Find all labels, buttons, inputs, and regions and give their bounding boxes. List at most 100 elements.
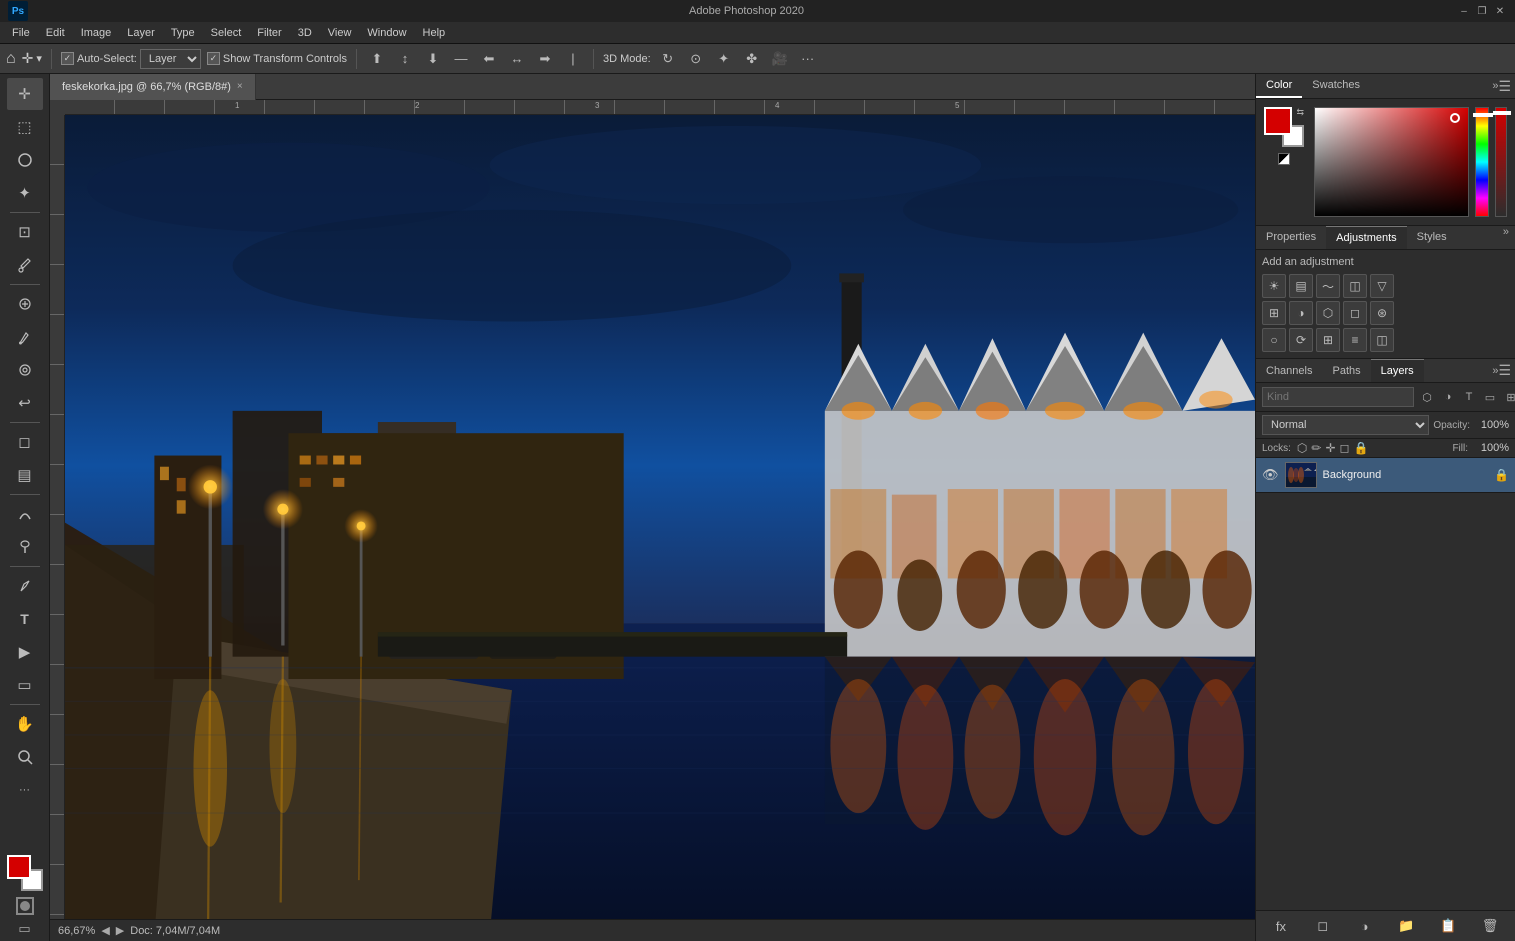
menu-file[interactable]: File bbox=[4, 25, 38, 41]
align-h-bar[interactable]: — bbox=[450, 48, 472, 70]
menu-select[interactable]: Select bbox=[203, 25, 250, 41]
adj-brightness[interactable]: ☀ bbox=[1262, 274, 1286, 298]
screen-mode[interactable]: ▭ bbox=[7, 919, 43, 939]
eraser-tool[interactable]: ◻ bbox=[7, 426, 43, 458]
zoom-tool[interactable] bbox=[7, 741, 43, 773]
auto-select-dropdown[interactable]: Layer Group bbox=[140, 49, 201, 69]
move-tool[interactable]: ✛ bbox=[7, 78, 43, 110]
filter-pixel[interactable]: ⬡ bbox=[1418, 388, 1436, 406]
align-left[interactable]: ⬅ bbox=[478, 48, 500, 70]
lock-pixels[interactable]: ⬡ bbox=[1297, 441, 1307, 455]
fg-swatch[interactable] bbox=[1264, 107, 1292, 135]
adj-vibrance[interactable]: ▽ bbox=[1370, 274, 1394, 298]
dodge-tool[interactable] bbox=[7, 531, 43, 563]
color-spectrum[interactable] bbox=[1314, 107, 1469, 217]
menu-help[interactable]: Help bbox=[415, 25, 454, 41]
add-mask-btn[interactable]: ◻ bbox=[1312, 915, 1334, 937]
adj-huesat[interactable]: ⊞ bbox=[1262, 301, 1286, 325]
pen-tool[interactable] bbox=[7, 570, 43, 602]
path-selection-tool[interactable]: ▶ bbox=[7, 636, 43, 668]
opacity-value[interactable]: 100% bbox=[1474, 419, 1509, 431]
adj-threshold[interactable]: ⊞ bbox=[1316, 328, 1340, 352]
layers-menu[interactable]: ☰ bbox=[1498, 362, 1511, 379]
menu-3d[interactable]: 3D bbox=[290, 25, 320, 41]
more-options[interactable]: ··· bbox=[797, 48, 819, 70]
close-button[interactable]: ✕ bbox=[1493, 4, 1507, 18]
quick-mask[interactable] bbox=[7, 896, 43, 916]
layers-search-input[interactable] bbox=[1262, 387, 1414, 407]
adj-channelmixer[interactable]: ⊛ bbox=[1370, 301, 1394, 325]
lock-all[interactable]: 🔒 bbox=[1353, 441, 1368, 455]
3d-scale[interactable]: 🎥 bbox=[769, 48, 791, 70]
history-brush-tool[interactable]: ↩ bbox=[7, 387, 43, 419]
filter-shape[interactable]: ▭ bbox=[1481, 388, 1499, 406]
menu-window[interactable]: Window bbox=[359, 25, 414, 41]
gradient-tool[interactable]: ▤ bbox=[7, 459, 43, 491]
tab-color[interactable]: Color bbox=[1256, 74, 1302, 98]
3d-slide[interactable]: ✤ bbox=[741, 48, 763, 70]
hand-tool[interactable]: ✋ bbox=[7, 708, 43, 740]
move-dropdown[interactable]: ▾ bbox=[36, 52, 42, 65]
menu-filter[interactable]: Filter bbox=[249, 25, 289, 41]
lock-position[interactable]: ✛ bbox=[1325, 441, 1335, 455]
magic-wand-tool[interactable]: ✦ bbox=[7, 177, 43, 209]
delete-layer-btn[interactable]: 🗑 bbox=[1479, 915, 1501, 937]
adj-colorbalance[interactable]: ◑ bbox=[1289, 301, 1313, 325]
marquee-tool[interactable]: ⬚ bbox=[7, 111, 43, 143]
new-fill-adj-btn[interactable]: ◑ bbox=[1354, 915, 1376, 937]
tab-styles[interactable]: Styles bbox=[1407, 226, 1457, 249]
new-group-btn[interactable]: 📁 bbox=[1395, 915, 1417, 937]
filter-type[interactable]: T bbox=[1460, 388, 1478, 406]
nav-right[interactable]: ▶ bbox=[116, 924, 124, 937]
filter-adjustment[interactable]: ◑ bbox=[1439, 388, 1457, 406]
auto-select-checkbox[interactable]: ✓ bbox=[61, 52, 74, 65]
blend-mode-select[interactable]: Normal Multiply Screen Overlay bbox=[1262, 415, 1429, 435]
document-tab[interactable]: feskekorka.jpg @ 66,7% (RGB/8#) × bbox=[50, 74, 256, 100]
adj-levels[interactable]: ▤ bbox=[1289, 274, 1313, 298]
add-fx-btn[interactable]: fx bbox=[1270, 915, 1292, 937]
menu-image[interactable]: Image bbox=[73, 25, 120, 41]
heal-brush-tool[interactable] bbox=[7, 288, 43, 320]
align-v-bar[interactable]: | bbox=[562, 48, 584, 70]
type-tool[interactable]: T bbox=[7, 603, 43, 635]
adj-photofilter[interactable]: ◻ bbox=[1343, 301, 1367, 325]
tab-paths[interactable]: Paths bbox=[1322, 360, 1370, 382]
3d-pan[interactable]: ✦ bbox=[713, 48, 735, 70]
swap-colors-btn[interactable]: ⇆ bbox=[1296, 107, 1304, 118]
eyedropper-tool[interactable] bbox=[7, 249, 43, 281]
menu-edit[interactable]: Edit bbox=[38, 25, 73, 41]
alpha-slider[interactable] bbox=[1495, 107, 1507, 217]
minimize-button[interactable]: – bbox=[1457, 4, 1471, 18]
clone-stamp-tool[interactable] bbox=[7, 354, 43, 386]
adj-posterize[interactable]: ⟳ bbox=[1289, 328, 1313, 352]
tab-swatches[interactable]: Swatches bbox=[1302, 74, 1370, 98]
home-btn[interactable]: ⌂ bbox=[6, 50, 16, 68]
adj-selectivecolor[interactable]: ◫ bbox=[1370, 328, 1394, 352]
foreground-color-swatch[interactable] bbox=[7, 855, 31, 879]
layer-row[interactable]: 👁 Background bbox=[1256, 458, 1515, 493]
align-bottom[interactable]: ⬇ bbox=[422, 48, 444, 70]
fill-value[interactable]: 100% bbox=[1474, 442, 1509, 454]
new-layer-btn[interactable]: 📋 bbox=[1437, 915, 1459, 937]
extra-tools[interactable]: ··· bbox=[7, 774, 43, 806]
nav-left[interactable]: ◀ bbox=[101, 924, 109, 937]
menu-type[interactable]: Type bbox=[163, 25, 203, 41]
color-panel-menu[interactable]: ☰ bbox=[1498, 78, 1511, 95]
adj-panel-expand[interactable]: » bbox=[1503, 226, 1515, 249]
align-v-center[interactable]: ↕ bbox=[394, 48, 416, 70]
foreground-background-color[interactable] bbox=[7, 855, 43, 891]
hue-slider[interactable] bbox=[1475, 107, 1489, 217]
lock-image[interactable]: ✏ bbox=[1311, 441, 1321, 455]
tab-adjustments[interactable]: Adjustments bbox=[1326, 226, 1407, 249]
restore-button[interactable]: ❐ bbox=[1475, 4, 1489, 18]
tab-layers[interactable]: Layers bbox=[1371, 359, 1424, 382]
blur-tool[interactable] bbox=[7, 498, 43, 530]
lock-artboard[interactable]: ◻ bbox=[1340, 441, 1350, 455]
shape-tool[interactable]: ▭ bbox=[7, 669, 43, 701]
align-top[interactable]: ⬆ bbox=[366, 48, 388, 70]
align-h-center[interactable]: ↔ bbox=[506, 48, 528, 70]
tab-properties[interactable]: Properties bbox=[1256, 226, 1326, 249]
brush-tool[interactable] bbox=[7, 321, 43, 353]
canvas-viewport[interactable] bbox=[65, 115, 1255, 919]
3d-rotate[interactable]: ↻ bbox=[657, 48, 679, 70]
